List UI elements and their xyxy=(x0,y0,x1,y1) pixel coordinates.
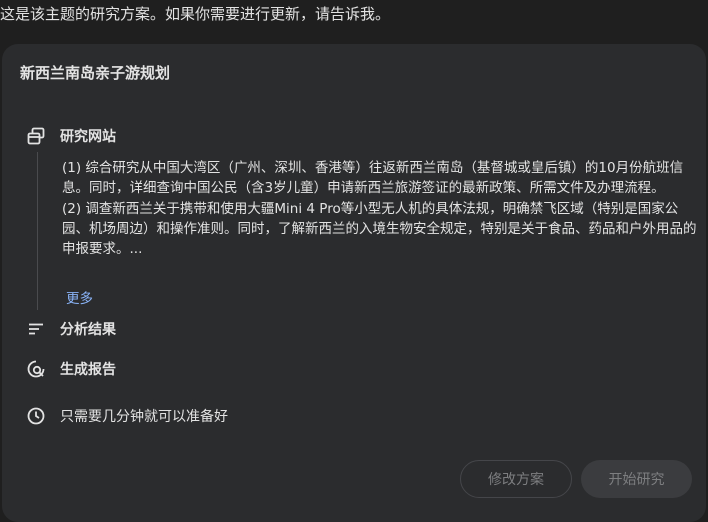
analyze-results-icon xyxy=(26,319,46,339)
start-research-button[interactable]: 开始研究 xyxy=(581,460,692,498)
intro-message: 这是该主题的研究方案。如果你需要进行更新，请告诉我。 xyxy=(0,5,391,23)
research-item: (2) 调查新西兰关于携带和使用大疆Mini 4 Pro等小型无人机的具体法规，… xyxy=(62,200,697,258)
more-link[interactable]: 更多 xyxy=(66,287,93,307)
research-details: (1) 综合研究从中国大湾区（广州、深圳、香港等）往返新西兰南岛（基督城或皇后镇… xyxy=(62,158,698,259)
research-plan-card: 新西兰南岛亲子游规划 研究网站 (1) 综合研究从中国大湾区（广州、深圳、香港等… xyxy=(2,44,706,522)
research-websites-icon xyxy=(26,126,46,146)
step-generate-report: 生成报告 xyxy=(26,359,116,379)
clock-icon xyxy=(26,406,46,426)
step-analyze-results: 分析结果 xyxy=(26,319,116,339)
research-item: (1) 综合研究从中国大湾区（广州、深圳、香港等）往返新西兰南岛（基督城或皇后镇… xyxy=(62,160,684,197)
step-connector-line xyxy=(37,152,38,310)
step-label: 分析结果 xyxy=(60,322,116,338)
step-label: 研究网站 xyxy=(60,129,116,145)
time-estimate: 只需要几分钟就可以准备好 xyxy=(26,406,228,426)
time-estimate-label: 只需要几分钟就可以准备好 xyxy=(60,409,228,425)
step-label: 生成报告 xyxy=(60,362,116,378)
generate-report-icon xyxy=(26,359,46,379)
step-research-websites: 研究网站 xyxy=(26,126,116,146)
plan-title: 新西兰南岛亲子游规划 xyxy=(20,64,171,82)
edit-plan-button[interactable]: 修改方案 xyxy=(460,460,572,498)
